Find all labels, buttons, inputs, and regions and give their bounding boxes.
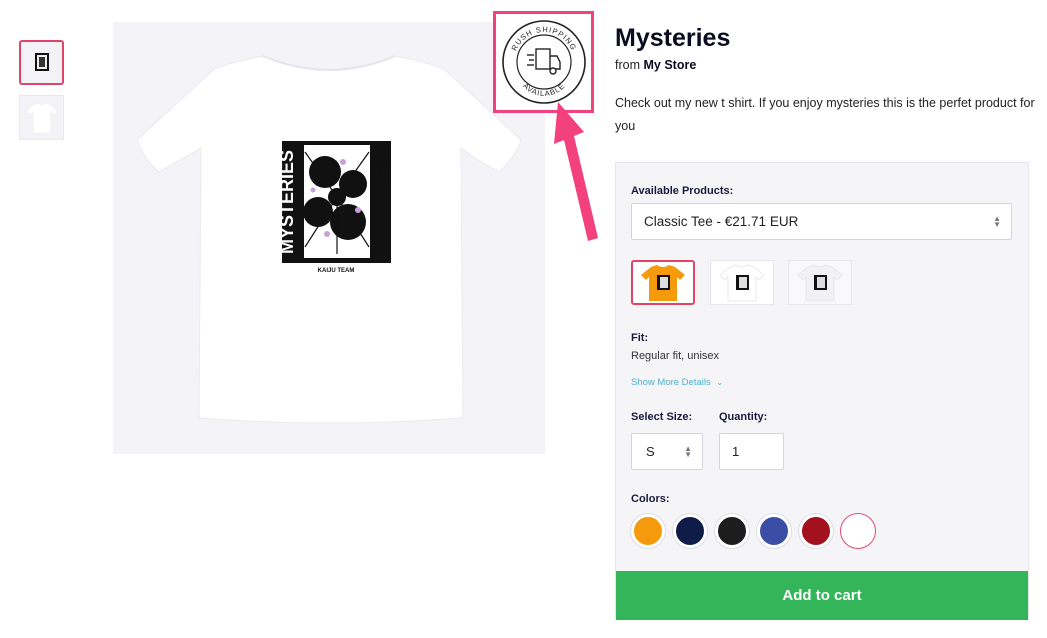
quantity-input[interactable] xyxy=(719,433,784,470)
shirt-brand-text: KAIJU TEAM xyxy=(318,268,355,274)
quantity-label: Quantity: xyxy=(719,411,768,423)
thumbnail-front-image xyxy=(34,52,49,71)
fit-value: Regular fit, unisex xyxy=(631,350,720,362)
size-select-value: S xyxy=(646,444,655,459)
colors-label: Colors: xyxy=(631,493,670,505)
product-select[interactable]: Classic Tee - €21.71 EUR ▲ ▼ xyxy=(631,203,1012,240)
size-select[interactable]: S ▲ ▼ xyxy=(631,433,703,470)
show-more-details-label: Show More Details xyxy=(631,377,711,388)
chevron-down-icon: ⌄ xyxy=(716,378,724,387)
shirt-kana-text: ぱたぱた xyxy=(376,147,389,187)
thumbnail-back[interactable] xyxy=(19,95,64,140)
product-options-panel: Available Products: Classic Tee - €21.71… xyxy=(615,162,1029,620)
white-tee-image xyxy=(719,264,765,301)
color-swatch-navy[interactable] xyxy=(673,514,707,548)
thumbnail-back-image xyxy=(24,102,59,133)
callout-arrow xyxy=(554,102,598,241)
store-byline: from My Store xyxy=(615,58,696,72)
fit-label: Fit: xyxy=(631,332,649,344)
product-select-value: Classic Tee - €21.71 EUR xyxy=(644,214,799,229)
color-swatch-orange[interactable] xyxy=(631,514,665,548)
shirt-side-text: MYSTERIES xyxy=(277,150,297,254)
color-swatch-red[interactable] xyxy=(799,514,833,548)
store-name-link[interactable]: My Store xyxy=(643,58,696,72)
show-more-details-link[interactable]: Show More Details ⌄ xyxy=(631,377,723,388)
color-swatch-white[interactable] xyxy=(841,514,875,548)
from-prefix: from xyxy=(615,58,640,72)
main-product-image: MYSTERIES ぱたぱた KAIJU TEAM xyxy=(113,22,545,454)
product-description: Check out my new t shirt. If you enjoy m… xyxy=(615,96,1035,133)
variant-orange-tee[interactable] xyxy=(631,260,695,305)
grey-tee-image xyxy=(797,264,843,301)
size-select-arrows-icon: ▲ ▼ xyxy=(684,444,692,459)
thumbnail-front[interactable] xyxy=(19,40,64,85)
orange-tee-image xyxy=(641,264,685,301)
product-title: Mysteries xyxy=(615,24,731,52)
color-swatch-black[interactable] xyxy=(715,514,749,548)
select-size-label: Select Size: xyxy=(631,411,693,423)
available-products-label: Available Products: xyxy=(631,185,734,197)
variant-grey-tee[interactable] xyxy=(788,260,852,305)
select-arrows-icon: ▲ ▼ xyxy=(993,214,1001,229)
color-swatch-royal-blue[interactable] xyxy=(757,514,791,548)
variant-white-tee[interactable] xyxy=(710,260,774,305)
shirt-graphic xyxy=(282,141,391,263)
add-to-cart-button[interactable]: Add to cart xyxy=(616,571,1028,620)
